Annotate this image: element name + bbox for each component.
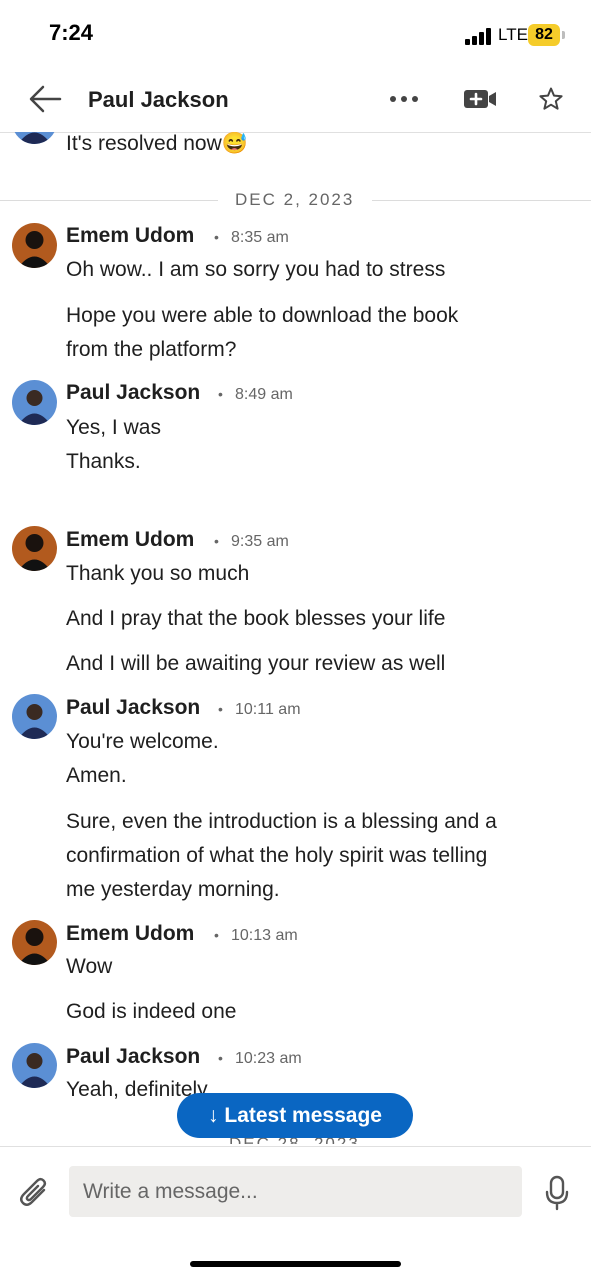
battery-icon: 82: [528, 24, 560, 46]
avatar[interactable]: [12, 132, 57, 144]
separator-dot: •: [214, 229, 219, 245]
message-time: 10:11 am: [235, 701, 301, 718]
separator-dot: •: [218, 1050, 223, 1066]
sender-name[interactable]: Paul Jackson: [66, 381, 200, 405]
conversation-header: Paul Jackson: [0, 70, 591, 133]
status-time: 7:24: [49, 20, 94, 45]
date-label: DEC 2, 2023: [235, 190, 355, 209]
video-call-icon[interactable]: [463, 86, 497, 112]
separator-dot: •: [214, 533, 219, 549]
message-time: 8:35 am: [231, 229, 289, 246]
message-text: You're welcome.: [66, 730, 219, 753]
avatar[interactable]: [12, 223, 57, 268]
message-time: 10:23 am: [235, 1050, 302, 1067]
message-text: Thanks.: [66, 450, 141, 473]
message-text: Oh wow.. I am so sorry you had to stress: [66, 258, 446, 281]
latest-message-button[interactable]: ↓ Latest message: [177, 1093, 413, 1138]
avatar[interactable]: [12, 694, 57, 739]
battery-cap: [562, 31, 565, 39]
message-text: Yes, I was: [66, 416, 161, 439]
date-separator: DEC 2, 2023: [0, 190, 591, 210]
message-text: confirmation of what the holy spirit was…: [66, 844, 488, 867]
sender-name[interactable]: Emem Udom: [66, 224, 194, 248]
avatar[interactable]: [12, 920, 57, 965]
message-time: 8:49 am: [235, 386, 293, 403]
sender-name[interactable]: Paul Jackson: [66, 696, 200, 720]
message-text: And I pray that the book blesses your li…: [66, 607, 446, 630]
sender-name[interactable]: Emem Udom: [66, 922, 194, 946]
conversation-title[interactable]: Paul Jackson: [88, 87, 229, 113]
message-input[interactable]: [69, 1166, 522, 1217]
message-composer: [0, 1146, 591, 1237]
microphone-icon[interactable]: [545, 1175, 569, 1211]
avatar[interactable]: [12, 526, 57, 571]
avatar[interactable]: [12, 380, 57, 425]
more-icon[interactable]: [388, 84, 420, 114]
message-feed[interactable]: It's resolved now😅 DEC 2, 2023 Emem Udom…: [0, 132, 591, 1144]
message-text: Hope you were able to download the book: [66, 304, 459, 327]
home-indicator: [190, 1261, 401, 1267]
message-text: me yesterday morning.: [66, 878, 280, 901]
separator-dot: •: [218, 386, 223, 402]
back-arrow-icon[interactable]: [28, 84, 62, 114]
paperclip-icon[interactable]: [18, 1175, 50, 1209]
message-text: Amen.: [66, 764, 127, 787]
network-label: LTE: [498, 25, 528, 44]
message-text: It's resolved now😅: [66, 132, 248, 155]
separator-dot: •: [218, 701, 223, 717]
message-text: Wow: [66, 955, 113, 978]
message-text: Thank you so much: [66, 562, 250, 585]
message-time: 10:13 am: [231, 927, 298, 944]
avatar[interactable]: [12, 1043, 57, 1088]
status-bar: 7:24 LTE 82: [0, 0, 591, 70]
signal-icon: [465, 28, 495, 45]
message-text: Sure, even the introduction is a blessin…: [66, 810, 497, 833]
message-time: 9:35 am: [231, 533, 289, 550]
sender-name[interactable]: Paul Jackson: [66, 1045, 200, 1069]
message-text: And I will be awaiting your review as we…: [66, 652, 446, 675]
star-icon[interactable]: [538, 86, 564, 112]
sender-name[interactable]: Emem Udom: [66, 528, 194, 552]
message-text: from the platform?: [66, 338, 237, 361]
message-text: God is indeed one: [66, 1000, 237, 1023]
separator-dot: •: [214, 927, 219, 943]
